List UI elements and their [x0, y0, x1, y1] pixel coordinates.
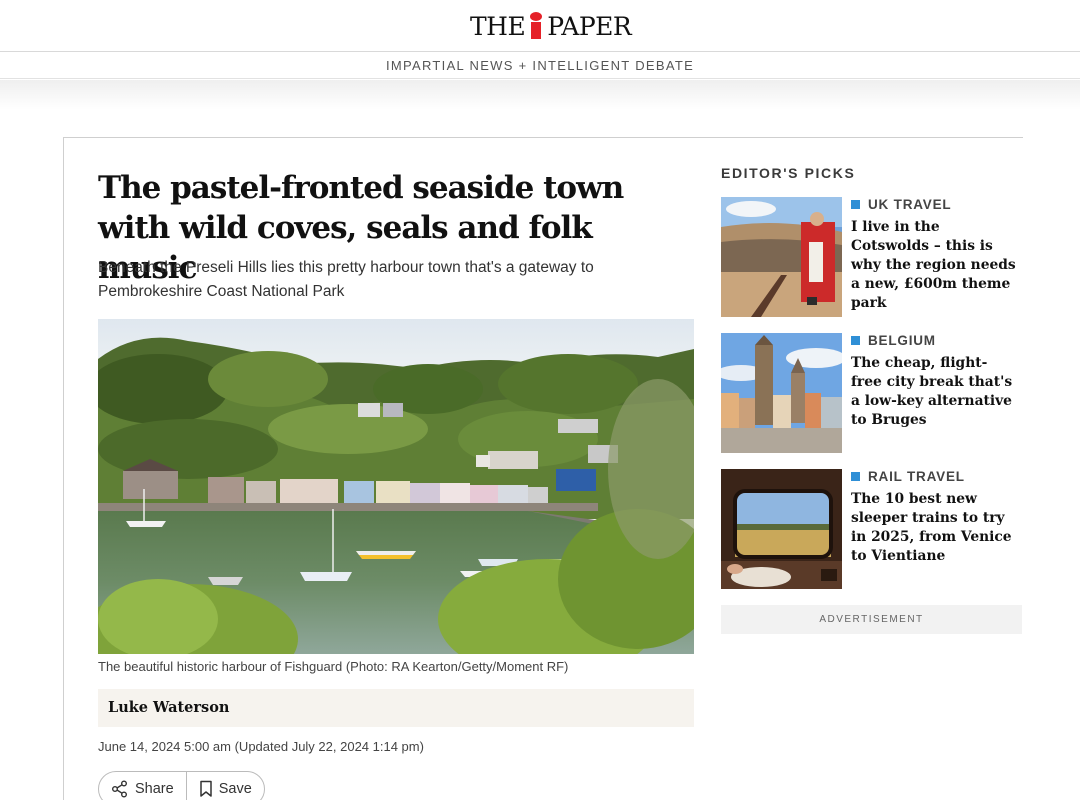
logo-prefix: THE — [470, 11, 526, 41]
pick-category-label: RAIL TRAVEL — [868, 469, 965, 484]
i-logo-icon — [528, 11, 544, 41]
bookmark-icon — [199, 780, 212, 797]
save-button[interactable]: Save — [185, 772, 264, 800]
site-logo[interactable]: THE PAPER — [470, 10, 632, 42]
header-shadow — [0, 80, 1080, 110]
train-window-photo — [721, 469, 842, 589]
pick-thumbnail[interactable] — [721, 333, 842, 453]
share-button[interactable]: Share — [99, 772, 186, 800]
author-name[interactable]: Luke Waterson — [108, 699, 229, 716]
pick-category[interactable]: BELGIUM — [851, 333, 936, 348]
pick-category[interactable]: UK TRAVEL — [851, 197, 951, 212]
pick-title[interactable]: The 10 best new sleeper trains to try in… — [851, 490, 1016, 566]
tagline-bar: IMPARTIAL NEWS + INTELLIGENT DEBATE — [0, 52, 1080, 79]
pick-item[interactable]: BELGIUM The cheap, flight-free city brea… — [721, 333, 1021, 453]
save-label: Save — [218, 781, 252, 797]
pick-item[interactable]: UK TRAVEL I live in the Cotswolds – this… — [721, 197, 1021, 317]
article-actions: Share Save — [98, 771, 265, 800]
image-caption: The beautiful historic harbour of Fishgu… — [98, 659, 569, 674]
publish-date: June 14, 2024 5:00 am (Updated July 22, … — [98, 739, 424, 754]
author-byline: Luke Waterson — [98, 689, 694, 727]
advertisement-slot: ADVERTISEMENT — [721, 605, 1022, 634]
advertisement-label: ADVERTISEMENT — [819, 614, 924, 625]
pick-thumbnail[interactable] — [721, 469, 842, 589]
pick-title[interactable]: I live in the Cotswolds – this is why th… — [851, 218, 1016, 313]
category-square-icon — [851, 472, 860, 481]
logo-suffix: PAPER — [547, 11, 632, 41]
pick-title[interactable]: The cheap, flight-free city break that's… — [851, 354, 1016, 430]
article-standfirst: Beneath the Preseli Hills lies this pret… — [98, 259, 594, 300]
pick-category-label: UK TRAVEL — [868, 197, 952, 212]
category-square-icon — [851, 200, 860, 209]
share-label: Share — [135, 781, 174, 797]
harbour-photo — [98, 319, 694, 654]
belgian-square-photo — [721, 333, 842, 453]
share-icon — [112, 780, 127, 798]
hero-image[interactable] — [98, 319, 694, 654]
amphitheatre-photo — [721, 197, 842, 317]
pick-item[interactable]: RAIL TRAVEL The 10 best new sleeper trai… — [721, 469, 1021, 589]
masthead: THE PAPER — [0, 0, 1080, 52]
editors-picks-title: EDITOR'S PICKS — [721, 165, 856, 181]
pick-category-label: BELGIUM — [868, 333, 936, 348]
pick-category[interactable]: RAIL TRAVEL — [851, 469, 965, 484]
site-tagline: IMPARTIAL NEWS + INTELLIGENT DEBATE — [385, 58, 695, 73]
category-square-icon — [851, 336, 860, 345]
pick-thumbnail[interactable] — [721, 197, 842, 317]
